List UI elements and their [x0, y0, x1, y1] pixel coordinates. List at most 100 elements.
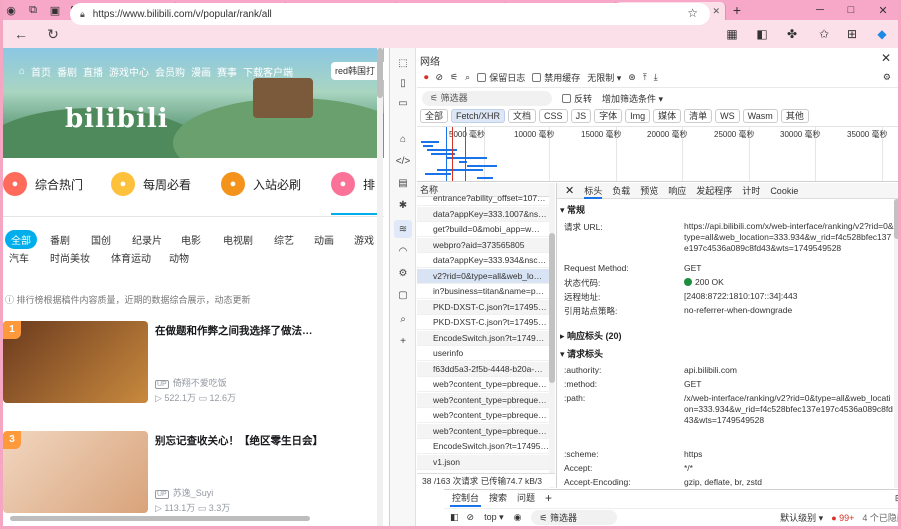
close-tab-icon[interactable]: ✕ — [712, 6, 720, 17]
device-icon[interactable]: ▯ — [394, 74, 412, 92]
request-row[interactable]: web?content_type=pbreque… — [417, 377, 551, 392]
request-row[interactable]: web?content_type=pbreque… — [417, 392, 551, 408]
request-list-scrollbar[interactable] — [549, 183, 555, 488]
subtab[interactable]: 纪录片 — [132, 232, 162, 247]
request-row[interactable]: data?appKey=333.934&nsc… — [417, 253, 551, 268]
request-row[interactable]: v2?rid=0&type=all&web_lo… — [417, 268, 551, 284]
export-har-icon[interactable]: ⤓ — [654, 72, 658, 83]
detail-tab[interactable]: 预览 — [640, 183, 658, 199]
type-filter-清单[interactable]: 清单 — [684, 109, 713, 123]
page-horizontal-scrollbar[interactable] — [10, 516, 310, 521]
subtab[interactable]: 汽车 — [9, 250, 29, 265]
elements-icon[interactable]: </> — [394, 152, 412, 170]
throttle-select[interactable]: 无限制 ▾ — [587, 71, 621, 84]
context-select[interactable]: top ▾ — [484, 512, 504, 523]
request-row[interactable]: in?business=titan&name=p… — [417, 284, 551, 299]
category-1[interactable]: ● 每周必看 — [111, 172, 191, 196]
sources-bug-icon[interactable]: ✱ — [394, 196, 412, 214]
close-window-button[interactable]: ✕ — [868, 0, 898, 20]
request-row[interactable]: v1.json — [417, 454, 551, 470]
collections-icon[interactable]: ⊞ — [842, 24, 862, 44]
more-filters-dropdown[interactable]: 增加筛选条件 ▾ — [602, 92, 663, 105]
clear-icon[interactable]: ⊘ — [436, 72, 444, 83]
subtab[interactable]: 综艺 — [274, 232, 294, 247]
request-row[interactable]: webpro?aid=373565805 — [417, 237, 551, 253]
inspect-icon[interactable]: ⬚ — [394, 54, 412, 72]
console-icon[interactable]: ▤ — [394, 174, 412, 192]
category-3[interactable]: ● 排 — [331, 172, 375, 196]
video-thumbnail[interactable]: 3 — [3, 431, 148, 513]
uploader[interactable]: UP 倚翔不爱吃饭 — [155, 376, 227, 389]
subtab[interactable]: 电视剧 — [223, 232, 253, 247]
subtab[interactable]: 电影 — [181, 232, 201, 247]
subtab[interactable]: 动画 — [314, 232, 334, 247]
home-icon[interactable]: ⌂ — [394, 130, 412, 148]
detail-tab[interactable]: 响应 — [668, 183, 686, 199]
nav-link[interactable]: 番剧 — [57, 64, 77, 79]
video-thumbnail[interactable]: 1 — [3, 321, 148, 403]
disable-cache-checkbox[interactable]: 禁用缓存 — [532, 71, 580, 84]
type-filter-JS[interactable]: JS — [570, 109, 592, 123]
request-row[interactable]: EncodeSwitch.json?t=1749… — [417, 330, 551, 346]
request-row[interactable]: web?content_type=pbreque… — [417, 408, 551, 423]
category-2[interactable]: ● 入站必刷 — [221, 172, 301, 196]
favorites-icon[interactable]: ✩ — [814, 24, 834, 44]
profile-icon[interactable]: ◉ — [0, 0, 22, 20]
general-section[interactable]: ▾ 常规 — [560, 203, 585, 216]
search-icon[interactable]: ⌕ — [465, 72, 470, 83]
subtab[interactable]: 体育运动 — [111, 250, 151, 265]
workspaces-icon[interactable]: ⧉ — [22, 0, 44, 20]
detail-tab[interactable]: 标头 — [584, 183, 603, 199]
subtab[interactable]: 游戏 — [354, 232, 374, 247]
type-filter-CSS[interactable]: CSS — [539, 109, 568, 123]
type-filter-其他[interactable]: 其他 — [780, 109, 809, 123]
log-level-select[interactable]: 默认级别 ▾ — [780, 511, 823, 524]
response-headers-section[interactable]: ▸ 响应标头 (20) — [560, 329, 622, 342]
preserve-log-checkbox[interactable]: 保留日志 — [477, 71, 525, 84]
request-row[interactable]: entrance?ability_offset=107… — [417, 191, 551, 206]
puzzle-icon[interactable]: ✤ — [782, 24, 802, 44]
request-row[interactable]: f63dd5a3-2f5b-4448-b20a-… — [417, 361, 551, 377]
tab-actions-icon[interactable]: ▣ — [44, 0, 66, 20]
detail-tab[interactable]: 发起程序 — [696, 183, 732, 199]
dock-icon[interactable]: ⊟ — [895, 493, 901, 504]
request-headers-section[interactable]: ▾ 请求标头 — [560, 347, 603, 360]
subtab[interactable]: 番剧 — [50, 232, 70, 247]
request-row[interactable]: PKD-DXST-C.json?t=17495… — [417, 299, 551, 315]
invert-checkbox[interactable]: 反转 — [562, 92, 592, 105]
details-scrollbar[interactable] — [894, 199, 899, 488]
request-row[interactable]: EncodeSwitch.json?t=17495… — [417, 439, 551, 454]
page-scrollbar[interactable] — [377, 48, 383, 526]
application-icon[interactable]: ▢ — [394, 286, 412, 304]
close-devtools-icon[interactable]: ✕ — [881, 51, 891, 65]
nav-link[interactable]: 会员购 — [155, 64, 185, 79]
detail-tab[interactable]: Cookie — [770, 183, 798, 199]
request-row[interactable]: get?build=0&mobi_app=w… — [417, 222, 551, 237]
record-icon[interactable]: ⏺ — [424, 72, 429, 83]
split-screen-icon[interactable]: ◧ — [752, 24, 772, 44]
subtab[interactable]: 时尚美妆 — [50, 250, 90, 265]
nav-link[interactable]: 赛事 — [217, 64, 237, 79]
close-details-icon[interactable]: ✕ — [565, 184, 574, 197]
nav-link[interactable]: 直播 — [83, 64, 103, 79]
network-wifi-icon[interactable]: ≋ — [394, 220, 412, 238]
type-filter-字体[interactable]: 字体 — [594, 109, 623, 123]
extensions-icon[interactable]: ▦ — [722, 24, 742, 44]
drawer-tab[interactable]: 问题 — [515, 490, 537, 507]
nav-link[interactable]: 下载客户端 — [243, 64, 293, 79]
request-row[interactable]: web?content_type=pbreque… — [417, 423, 551, 439]
import-har-icon[interactable]: ⤒ — [643, 72, 647, 83]
type-filter-WS[interactable]: WS — [715, 109, 740, 123]
nav-link[interactable]: 漫画 — [191, 64, 211, 79]
type-filter-文档[interactable]: 文档 — [508, 109, 537, 123]
uploader[interactable]: UP 苏逸_Suyi — [155, 486, 213, 499]
copilot-icon[interactable]: ◆ — [872, 24, 892, 44]
settings-gear-icon[interactable]: ⚙ — [394, 264, 412, 282]
new-tab-button[interactable]: + — [726, 0, 748, 20]
request-row[interactable]: data?appKey=333.1007&ns… — [417, 206, 551, 222]
subtab[interactable]: 国创 — [91, 232, 111, 247]
url-bar[interactable]: 🔒︎ https://www.bilibili.com/v/popular/ra… — [70, 3, 710, 25]
video-title[interactable]: 在做题和作弊之间我选择了做法… — [155, 323, 313, 338]
performance-icon[interactable]: ◠ — [394, 242, 412, 260]
type-filter-媒体[interactable]: 媒体 — [653, 109, 682, 123]
